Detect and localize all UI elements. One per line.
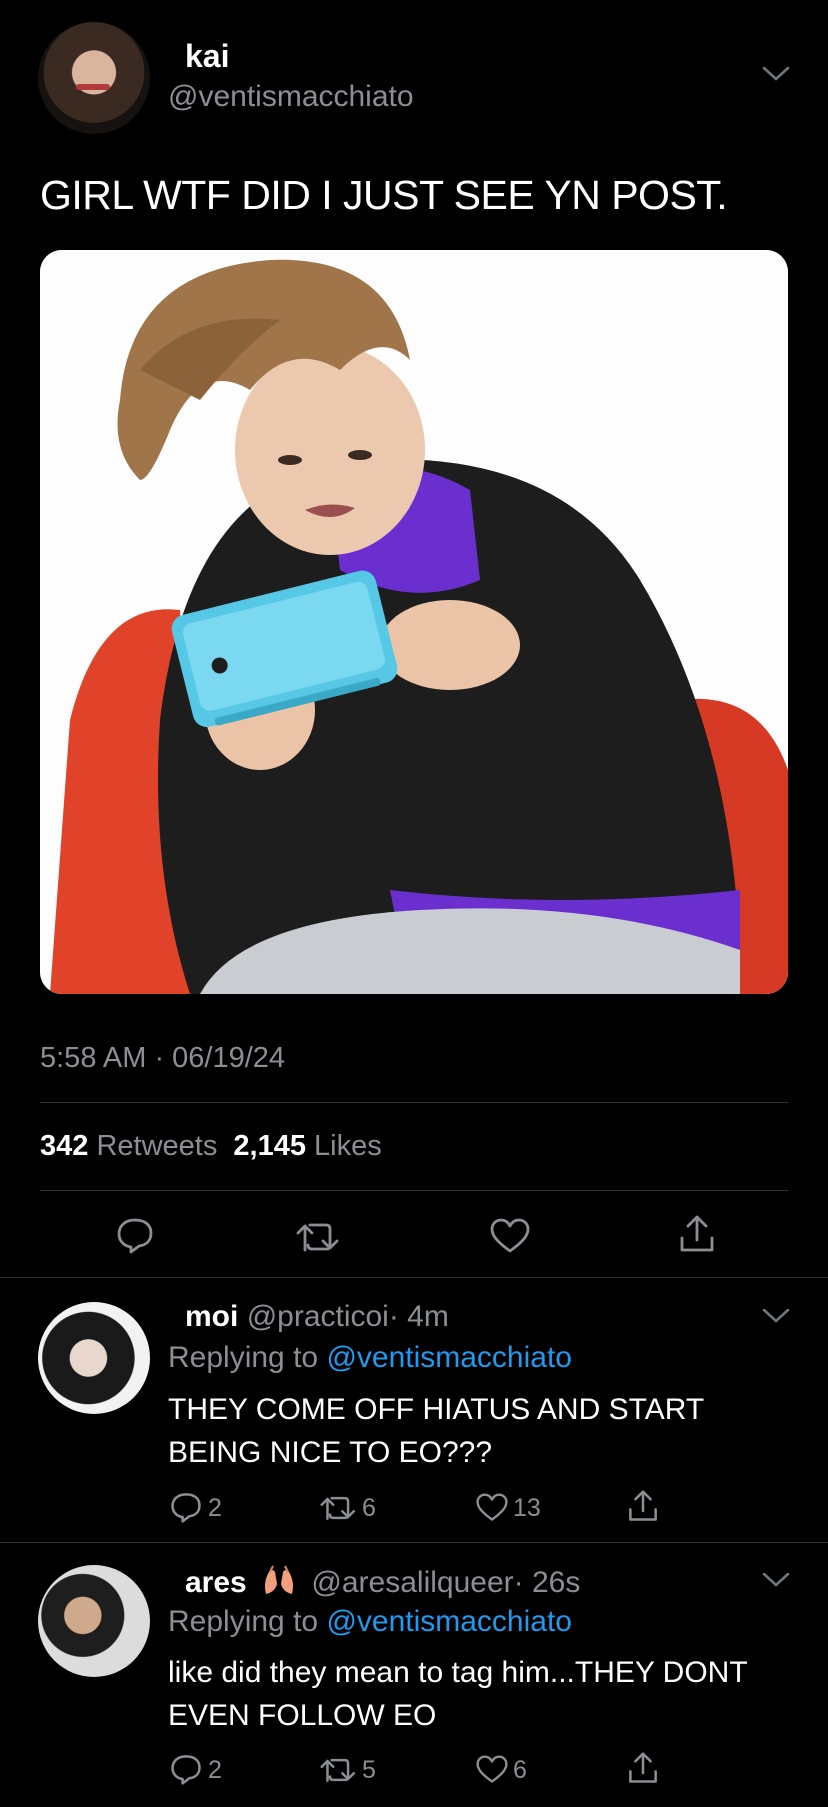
- divider: [0, 1542, 828, 1543]
- replying-to-line: Replying to @ventismacchiato: [168, 1341, 572, 1375]
- replying-to-link[interactable]: @ventismacchiato: [326, 1341, 572, 1374]
- reply-author-name[interactable]: ares: [185, 1566, 247, 1599]
- author-handle[interactable]: @ventismacchiato: [168, 80, 414, 114]
- likes-label[interactable]: Likes: [314, 1130, 382, 1162]
- replying-to-prefix: Replying to: [168, 1341, 319, 1374]
- reply-time: · 4m: [388, 1300, 449, 1333]
- replying-to-link[interactable]: @ventismacchiato: [326, 1605, 572, 1638]
- reply-header: moi @practicoi· 4m: [185, 1300, 449, 1334]
- like-icon[interactable]: [476, 1493, 508, 1522]
- reply-text: like did they mean to tag him...THEY DON…: [168, 1656, 748, 1732]
- like-count: 6: [513, 1756, 527, 1784]
- retweet-icon[interactable]: [320, 1756, 358, 1784]
- retweet-icon[interactable]: [320, 1494, 358, 1522]
- chevron-down-icon[interactable]: [762, 66, 790, 82]
- divider: [40, 1190, 788, 1191]
- likes-count[interactable]: 2,145: [233, 1130, 306, 1162]
- divider: [0, 1277, 828, 1278]
- reply-icon[interactable]: [116, 1216, 154, 1254]
- retweet-count: 5: [362, 1756, 376, 1784]
- tweet-text: GIRL WTF DID I JUST SEE YN POST.: [40, 172, 728, 218]
- retweets-label[interactable]: Retweets: [96, 1130, 217, 1162]
- reply-icon[interactable]: [170, 1753, 202, 1785]
- like-icon[interactable]: [490, 1218, 530, 1254]
- like-count: 13: [513, 1494, 541, 1522]
- like-icon[interactable]: [476, 1755, 508, 1784]
- hands-emoji-icon: [261, 1564, 297, 1598]
- reply-icon[interactable]: [170, 1491, 202, 1523]
- tweet-image-illustration: [40, 250, 788, 994]
- share-icon[interactable]: [678, 1214, 716, 1254]
- reply-count: 2: [208, 1756, 222, 1784]
- reply-time: · 26s: [513, 1566, 581, 1599]
- chevron-down-icon[interactable]: [762, 1308, 790, 1324]
- tweet-timestamp[interactable]: 5:58 AM · 06/19/24: [40, 1042, 285, 1075]
- tweet-image[interactable]: [40, 250, 788, 994]
- author-avatar[interactable]: [38, 22, 150, 134]
- reply-author-handle[interactable]: @practicoi: [247, 1300, 389, 1333]
- reply-avatar[interactable]: [38, 1565, 150, 1677]
- replying-to-line: Replying to @ventismacchiato: [168, 1605, 572, 1639]
- retweet-icon[interactable]: [296, 1220, 342, 1254]
- reply-header: ares @aresalilqueer· 26s: [185, 1564, 580, 1600]
- reply-avatar[interactable]: [38, 1302, 150, 1414]
- retweets-count[interactable]: 342: [40, 1130, 88, 1162]
- replying-to-prefix: Replying to: [168, 1605, 319, 1638]
- share-icon[interactable]: [627, 1751, 659, 1785]
- reply-text: THEY COME OFF HIATUS AND START BEING NIC…: [168, 1393, 704, 1469]
- reply-author-handle[interactable]: @aresalilqueer: [311, 1566, 513, 1599]
- tweet-stats: 342 Retweets 2,145 Likes: [40, 1130, 382, 1163]
- divider: [40, 1102, 788, 1103]
- reply-count: 2: [208, 1494, 222, 1522]
- retweet-count: 6: [362, 1494, 376, 1522]
- author-name[interactable]: kai: [185, 38, 229, 75]
- share-icon[interactable]: [627, 1489, 659, 1523]
- chevron-down-icon[interactable]: [762, 1572, 790, 1588]
- reply-author-name[interactable]: moi: [185, 1300, 238, 1333]
